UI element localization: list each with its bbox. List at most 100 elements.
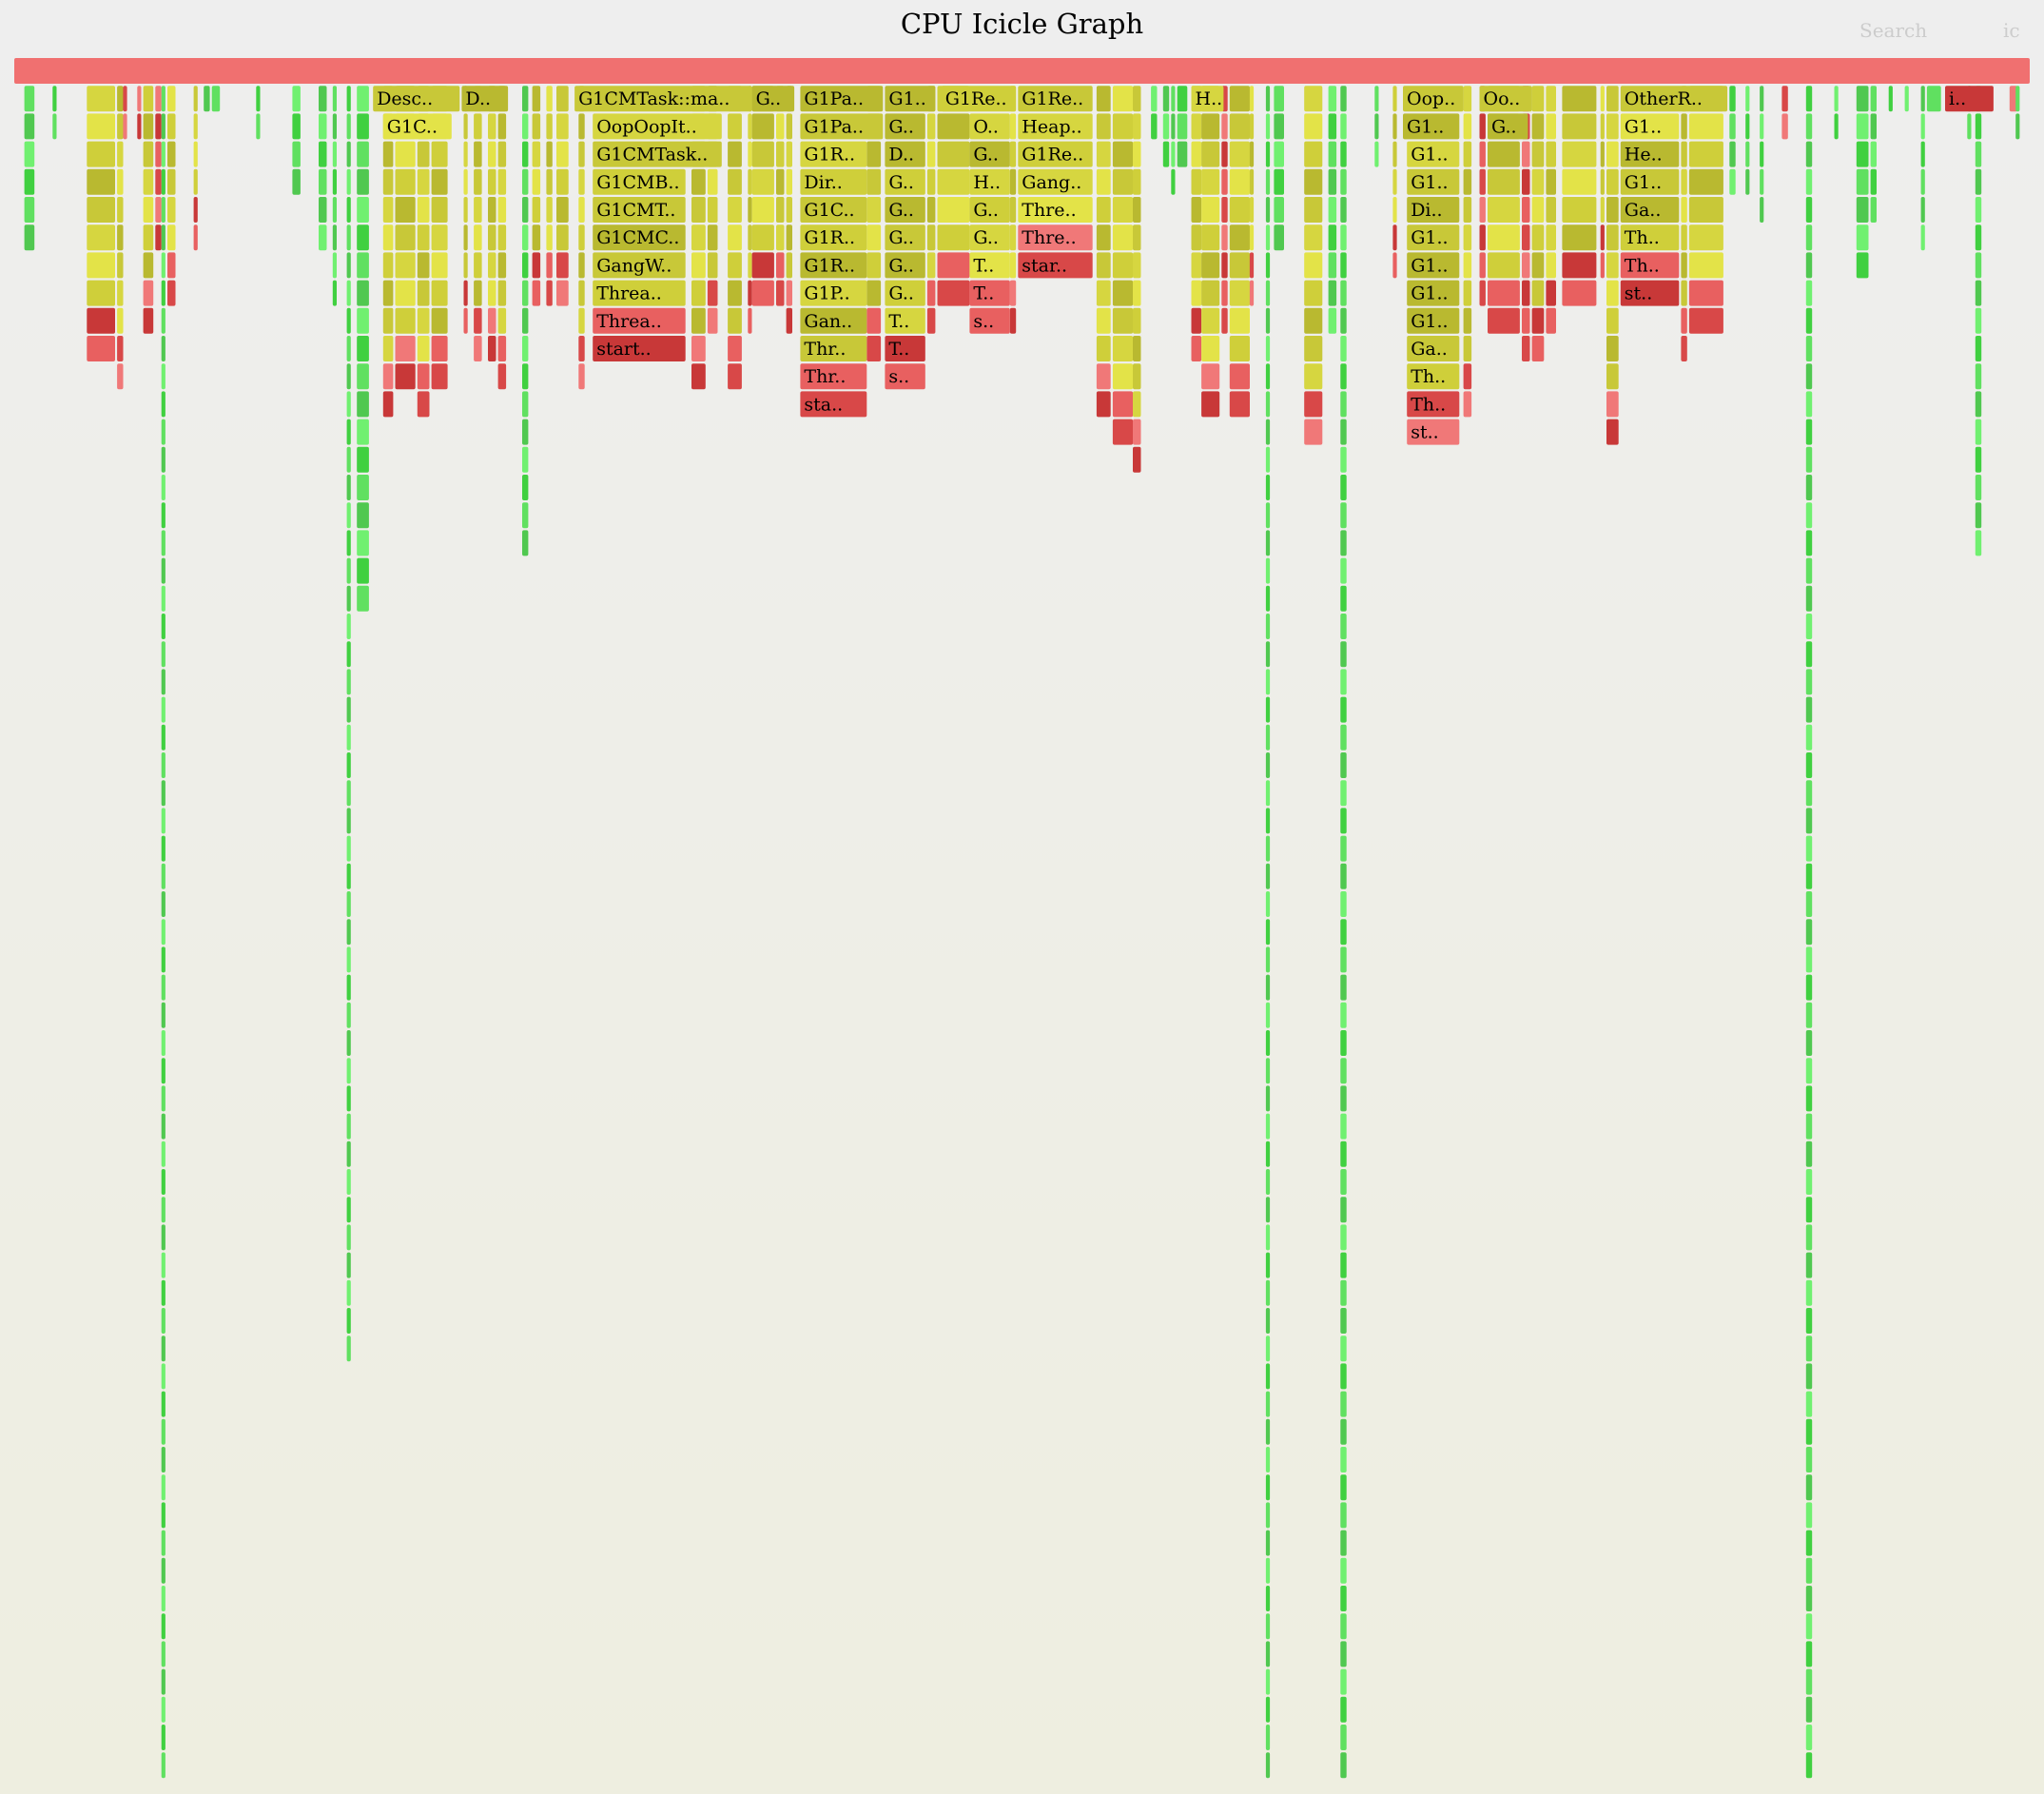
frame[interactable] (161, 1557, 165, 1584)
frame[interactable] (1221, 141, 1228, 167)
frame[interactable] (532, 197, 541, 223)
frame[interactable] (161, 1279, 165, 1306)
frame[interactable] (593, 224, 686, 251)
frame[interactable] (1304, 280, 1323, 306)
frame[interactable] (1177, 113, 1188, 140)
frame[interactable] (474, 336, 482, 361)
frame[interactable] (1463, 280, 1472, 306)
frame[interactable] (382, 336, 394, 361)
frame[interactable] (1805, 1030, 1813, 1056)
frame[interactable] (1760, 141, 1764, 167)
frame[interactable] (1018, 224, 1093, 251)
frame[interactable] (497, 363, 507, 390)
frame[interactable] (937, 113, 970, 140)
frame[interactable] (1304, 197, 1323, 223)
frame[interactable] (1975, 391, 1982, 418)
frame[interactable] (488, 336, 496, 361)
frame[interactable] (1340, 1085, 1347, 1112)
frame[interactable] (1463, 307, 1472, 334)
frame[interactable] (885, 113, 925, 140)
frame[interactable] (161, 1613, 165, 1640)
frame[interactable] (1249, 86, 1255, 112)
frame[interactable] (431, 280, 448, 306)
frame[interactable] (193, 86, 198, 112)
frame[interactable] (1805, 1363, 1813, 1390)
frame[interactable] (346, 863, 351, 889)
frame[interactable] (1096, 307, 1111, 334)
frame[interactable] (1265, 919, 1271, 946)
frame[interactable] (1340, 614, 1347, 639)
frame[interactable] (1162, 86, 1170, 112)
frame[interactable] (1805, 752, 1813, 778)
frame[interactable] (346, 614, 351, 639)
frame[interactable] (497, 168, 507, 195)
frame[interactable] (593, 141, 722, 167)
frame[interactable] (1975, 307, 1982, 334)
frame[interactable] (87, 86, 115, 112)
frame[interactable] (1805, 1752, 1813, 1779)
frame[interactable] (346, 336, 351, 361)
frame[interactable] (117, 168, 124, 195)
frame[interactable] (1392, 224, 1397, 251)
frame[interactable] (1488, 252, 1520, 279)
frame[interactable] (1805, 1641, 1813, 1667)
frame[interactable] (161, 1418, 165, 1445)
frame[interactable] (885, 197, 925, 223)
frame[interactable] (1191, 252, 1202, 279)
frame[interactable] (1340, 557, 1347, 584)
frame[interactable] (1407, 307, 1460, 334)
frame[interactable] (546, 168, 553, 195)
frame[interactable] (885, 280, 925, 306)
frame[interactable] (1304, 363, 1323, 390)
frame[interactable] (1407, 197, 1460, 223)
frame[interactable] (161, 224, 165, 251)
frame[interactable] (155, 86, 162, 112)
frame[interactable] (463, 141, 468, 167)
frame[interactable] (1265, 1141, 1271, 1167)
frame[interactable] (1265, 1725, 1271, 1750)
frame[interactable] (1340, 502, 1347, 529)
frame[interactable] (474, 280, 482, 306)
frame[interactable] (1274, 224, 1284, 251)
frame[interactable] (1340, 391, 1347, 418)
frame[interactable] (1340, 1474, 1347, 1501)
frame[interactable] (1562, 86, 1597, 112)
frame[interactable] (474, 168, 482, 195)
frame[interactable] (161, 1363, 165, 1390)
frame[interactable] (161, 724, 165, 751)
frame[interactable] (319, 141, 327, 167)
frame[interactable] (167, 224, 176, 251)
frame[interactable] (1265, 168, 1271, 195)
frame[interactable] (1171, 168, 1176, 195)
frame[interactable] (357, 252, 369, 279)
frame[interactable] (161, 808, 165, 834)
frame[interactable] (522, 252, 529, 279)
frame[interactable] (937, 141, 970, 167)
frame[interactable] (522, 86, 529, 112)
frame[interactable] (1340, 336, 1347, 361)
frame[interactable] (319, 86, 327, 112)
frame[interactable] (522, 475, 529, 500)
frame[interactable] (1522, 224, 1530, 251)
frame[interactable] (1870, 197, 1877, 223)
frame[interactable] (1781, 113, 1788, 140)
frame[interactable] (1407, 336, 1460, 361)
frame[interactable] (1856, 113, 1869, 140)
frame[interactable] (1606, 307, 1619, 334)
frame[interactable] (1328, 224, 1337, 251)
frame[interactable] (578, 197, 585, 223)
frame[interactable] (691, 224, 706, 251)
frame[interactable] (431, 307, 448, 334)
frame[interactable] (155, 168, 162, 195)
frame[interactable] (417, 224, 430, 251)
frame[interactable] (1162, 113, 1170, 140)
frame[interactable] (1177, 141, 1188, 167)
frame[interactable] (1133, 168, 1141, 195)
frame[interactable] (1265, 1752, 1271, 1779)
frame[interactable] (522, 391, 529, 418)
frame[interactable] (1274, 168, 1284, 195)
frame[interactable] (800, 336, 867, 361)
frame[interactable] (346, 280, 351, 306)
frame[interactable] (431, 168, 448, 195)
frame[interactable] (1340, 891, 1347, 917)
